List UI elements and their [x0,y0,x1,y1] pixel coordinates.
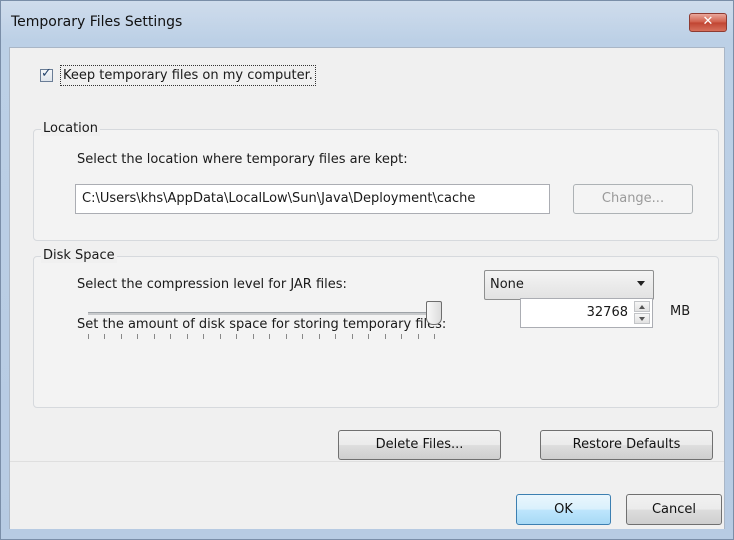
slider-tick [236,334,238,339]
slider-tick [318,334,320,339]
dialog-body: ✓ Keep temporary files on my computer. L… [9,47,725,529]
slider-tick [170,334,172,339]
chevron-down-icon [639,317,645,321]
slider-tick [335,334,337,339]
chevron-up-icon [639,305,645,309]
change-button[interactable]: Change... [573,184,693,214]
slider-tick [269,334,271,339]
title-bar[interactable]: Temporary Files Settings ✕ [1,1,733,41]
slider-tick [137,334,139,339]
location-description: Select the location where temporary file… [77,152,408,167]
slider-tick [417,334,419,339]
slider-tick [104,334,106,339]
slider-ticks [88,334,435,340]
location-group-title: Location [41,121,100,136]
keep-files-checkbox[interactable]: ✓ [40,66,53,82]
slider-tick [120,334,122,339]
dialog-window: Temporary Files Settings ✕ ✓ Keep tempor… [0,0,734,540]
checkmark-icon: ✓ [41,66,52,81]
slider-tick [88,334,89,339]
slider-tick [285,334,287,339]
spinner-down-button[interactable] [634,313,650,324]
slider-tick [351,334,353,339]
compression-label: Select the compression level for JAR fil… [77,277,347,292]
slider-tick [401,334,403,339]
cancel-button[interactable]: Cancel [626,494,722,525]
disk-amount-label: Set the amount of disk space for storing… [77,317,447,332]
compression-dropdown[interactable]: None [484,270,654,300]
disk-space-slider-track[interactable] [88,312,434,315]
ok-label: OK [554,502,573,517]
compression-value: None [490,277,524,292]
slider-tick [384,334,386,339]
slider-tick [252,334,254,339]
disk-space-spinner[interactable]: 32768 [520,298,653,328]
slider-tick [153,334,155,339]
slider-tick [186,334,188,339]
ok-button[interactable]: OK [516,494,611,525]
slider-tick [368,334,370,339]
close-button[interactable]: ✕ [689,13,727,32]
spinner-up-button[interactable] [634,301,650,312]
keep-files-label[interactable]: Keep temporary files on my computer. [60,65,316,86]
disk-space-slider-thumb[interactable] [426,301,442,325]
location-path-field[interactable]: C:\Users\khs\AppData\LocalLow\Sun\Java\D… [75,184,550,214]
delete-files-label: Delete Files... [375,437,464,452]
restore-defaults-button[interactable]: Restore Defaults [540,430,713,460]
unit-label: MB [670,304,691,319]
close-icon: ✕ [702,14,714,29]
restore-defaults-label: Restore Defaults [572,437,681,452]
chevron-down-icon [637,281,645,286]
slider-tick [203,334,205,339]
disk-space-group-title: Disk Space [41,248,117,263]
button-bar: OK Cancel [10,461,724,529]
cancel-label: Cancel [651,502,697,517]
slider-tick [302,334,304,339]
delete-files-button[interactable]: Delete Files... [338,430,501,460]
window-title: Temporary Files Settings [11,14,183,30]
slider-tick [219,334,221,339]
disk-space-value: 32768 [586,305,628,320]
slider-tick [434,334,435,339]
change-button-label: Change... [601,191,665,206]
